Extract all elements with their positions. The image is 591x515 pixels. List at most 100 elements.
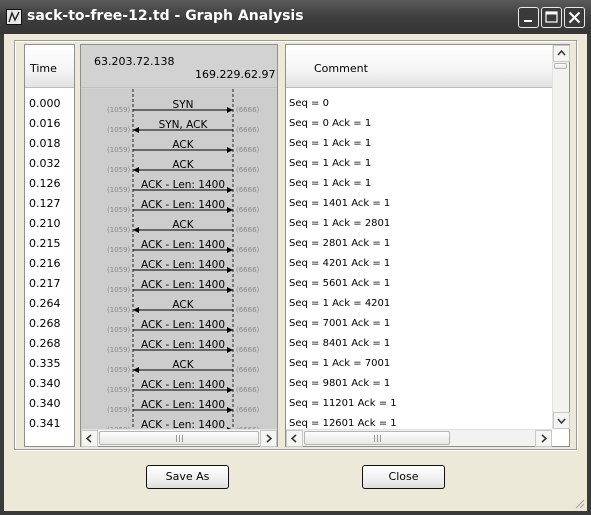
packet-label: ACK - Len: 1400 [141,379,225,391]
port-right-label: (6666) [236,326,260,334]
comment-cell[interactable]: Seq = 4201 Ack = 1 [289,258,390,272]
dialog-client-area: Time 0.000 0.016 0.018 0.032 0.126 0.127 0.210… [4,34,587,511]
packet-label: SYN [173,99,194,111]
host-left-address: 63.203.72.138 [94,55,175,68]
port-right-label: (6666) [236,146,260,154]
time-cell[interactable]: 0.268 [29,317,61,331]
maximize-icon [545,11,558,23]
port-right-label: (6666) [236,226,260,234]
comment-horizontal-scrollbar[interactable] [286,429,552,447]
time-cell[interactable]: 0.016 [29,117,61,131]
chevron-left-icon [290,434,297,443]
time-cell[interactable]: 0.018 [29,137,61,151]
save-as-button[interactable]: Save As [146,465,229,489]
comment-cell[interactable]: Seq = 0 Ack = 1 [289,118,371,132]
comment-cell[interactable]: Seq = 1 Ack = 1 [289,158,371,172]
comment-cell[interactable]: Seq = 11201 Ack = 1 [289,398,397,412]
close-button[interactable]: Close [362,465,445,489]
time-cell[interactable]: 0.264 [29,297,61,311]
arrowhead-left-icon [133,127,139,133]
flow-graph-area[interactable]: (1059) (6666) SYN (1059) (6666) SYN, ACK (1059… [81,89,277,429]
comment-scroll-down-button[interactable] [553,412,570,429]
time-cell[interactable]: 0.032 [29,157,61,171]
packet-label: ACK [172,299,194,311]
arrowhead-right-icon [227,347,233,353]
packet-label: SYN, ACK [159,119,209,131]
minimize-button[interactable] [518,7,539,28]
comment-cell[interactable]: Seq = 1 Ack = 1 [289,138,371,152]
time-cell[interactable]: 0.000 [29,97,61,111]
graph-window-icon [6,9,22,25]
time-cell[interactable]: 0.340 [29,397,61,411]
arrowhead-right-icon [227,207,233,213]
comment-cell[interactable]: Seq = 8401 Ack = 1 [289,338,390,352]
time-cell[interactable]: 0.210 [29,217,61,231]
time-column-header: Time [25,45,74,88]
arrowhead-left-icon [133,367,139,373]
chevron-right-icon [266,434,273,443]
graph-analysis-window: sack-to-free-12.td - Graph Analysis Time [0,0,591,515]
packet-label: ACK - Len: 1400 [141,179,225,191]
comment-cell[interactable]: Seq = 1 Ack = 7001 [289,358,390,372]
comment-cell[interactable]: Seq = 7001 Ack = 1 [289,318,390,332]
resize-grip-icon[interactable] [573,497,585,509]
packet-label: ACK - Len: 1400 [141,339,225,351]
port-left-label: (1059) [107,386,131,394]
port-left-label: (1059) [107,166,131,174]
arrowhead-right-icon [227,287,233,293]
comment-cell[interactable]: Seq = 1 Ack = 4201 [289,298,390,312]
port-left-label: (1059) [107,126,131,134]
time-cell[interactable]: 0.215 [29,237,61,251]
comment-vertical-scrollbar[interactable] [552,45,570,429]
port-right-label: (6666) [236,126,260,134]
port-right-label: (6666) [236,186,260,194]
time-cell[interactable]: 0.216 [29,257,61,271]
arrowhead-left-icon [133,227,139,233]
comment-hscroll-thumb[interactable] [304,431,450,445]
packet-label: ACK [172,139,194,151]
time-cell[interactable]: 0.335 [29,357,61,371]
time-cell[interactable]: 0.127 [29,197,61,211]
arrowhead-right-icon [227,327,233,333]
host-right-address: 169.229.62.97 [195,68,276,81]
comment-vscroll-thumb[interactable] [554,63,567,69]
comment-cell[interactable]: Seq = 1401 Ack = 1 [289,198,390,212]
chevron-down-icon [557,418,566,425]
comment-cell[interactable]: Seq = 1 Ack = 2801 [289,218,390,232]
comment-scroll-left-button[interactable] [286,430,303,447]
comment-scroll-right-button[interactable] [535,430,552,447]
comment-cell[interactable]: Seq = 2801 Ack = 1 [289,238,390,252]
graph-scroll-thumb[interactable] [99,431,259,445]
port-right-label: (6666) [236,286,260,294]
graph-scroll-left-button[interactable] [81,430,98,447]
time-cell[interactable]: 0.341 [29,417,61,431]
flow-graph-svg: (1059) (6666) SYN (1059) (6666) SYN, ACK (1059… [107,89,260,429]
graph-header: 63.203.72.138 169.229.62.97 [81,45,277,88]
port-left-label: (1059) [107,346,131,354]
graph-horizontal-scrollbar[interactable] [81,429,277,447]
comment-cell[interactable]: Seq = 1 Ack = 1 [289,178,371,192]
time-cell[interactable]: 0.268 [29,337,61,351]
maximize-button[interactable] [541,7,562,28]
time-cell[interactable]: 0.340 [29,377,61,391]
arrowhead-right-icon [227,407,233,413]
comment-scroll-up-button[interactable] [553,45,570,62]
port-left-label: (1059) [107,366,131,374]
chevron-right-icon [541,434,548,443]
port-left-label: (1059) [107,226,131,234]
time-cell[interactable]: 0.217 [29,277,61,291]
port-right-label: (6666) [236,206,260,214]
port-left-label: (1059) [107,326,131,334]
graph-scroll-right-button[interactable] [260,430,277,447]
title-bar[interactable]: sack-to-free-12.td - Graph Analysis [0,0,591,34]
packet-label: ACK - Len: 1400 [141,259,225,271]
time-column-panel: Time 0.000 0.016 0.018 0.032 0.126 0.127 0.210… [24,44,75,447]
time-cell[interactable]: 0.126 [29,177,61,191]
comment-cell[interactable]: Seq = 9801 Ack = 1 [289,378,390,392]
arrowhead-right-icon [227,247,233,253]
comment-cell[interactable]: Seq = 5601 Ack = 1 [289,278,390,292]
comment-cell[interactable]: Seq = 0 [289,98,329,112]
minimize-icon [524,20,532,22]
close-window-button[interactable] [564,7,585,28]
packet-label: ACK - Len: 1400 [141,319,225,331]
